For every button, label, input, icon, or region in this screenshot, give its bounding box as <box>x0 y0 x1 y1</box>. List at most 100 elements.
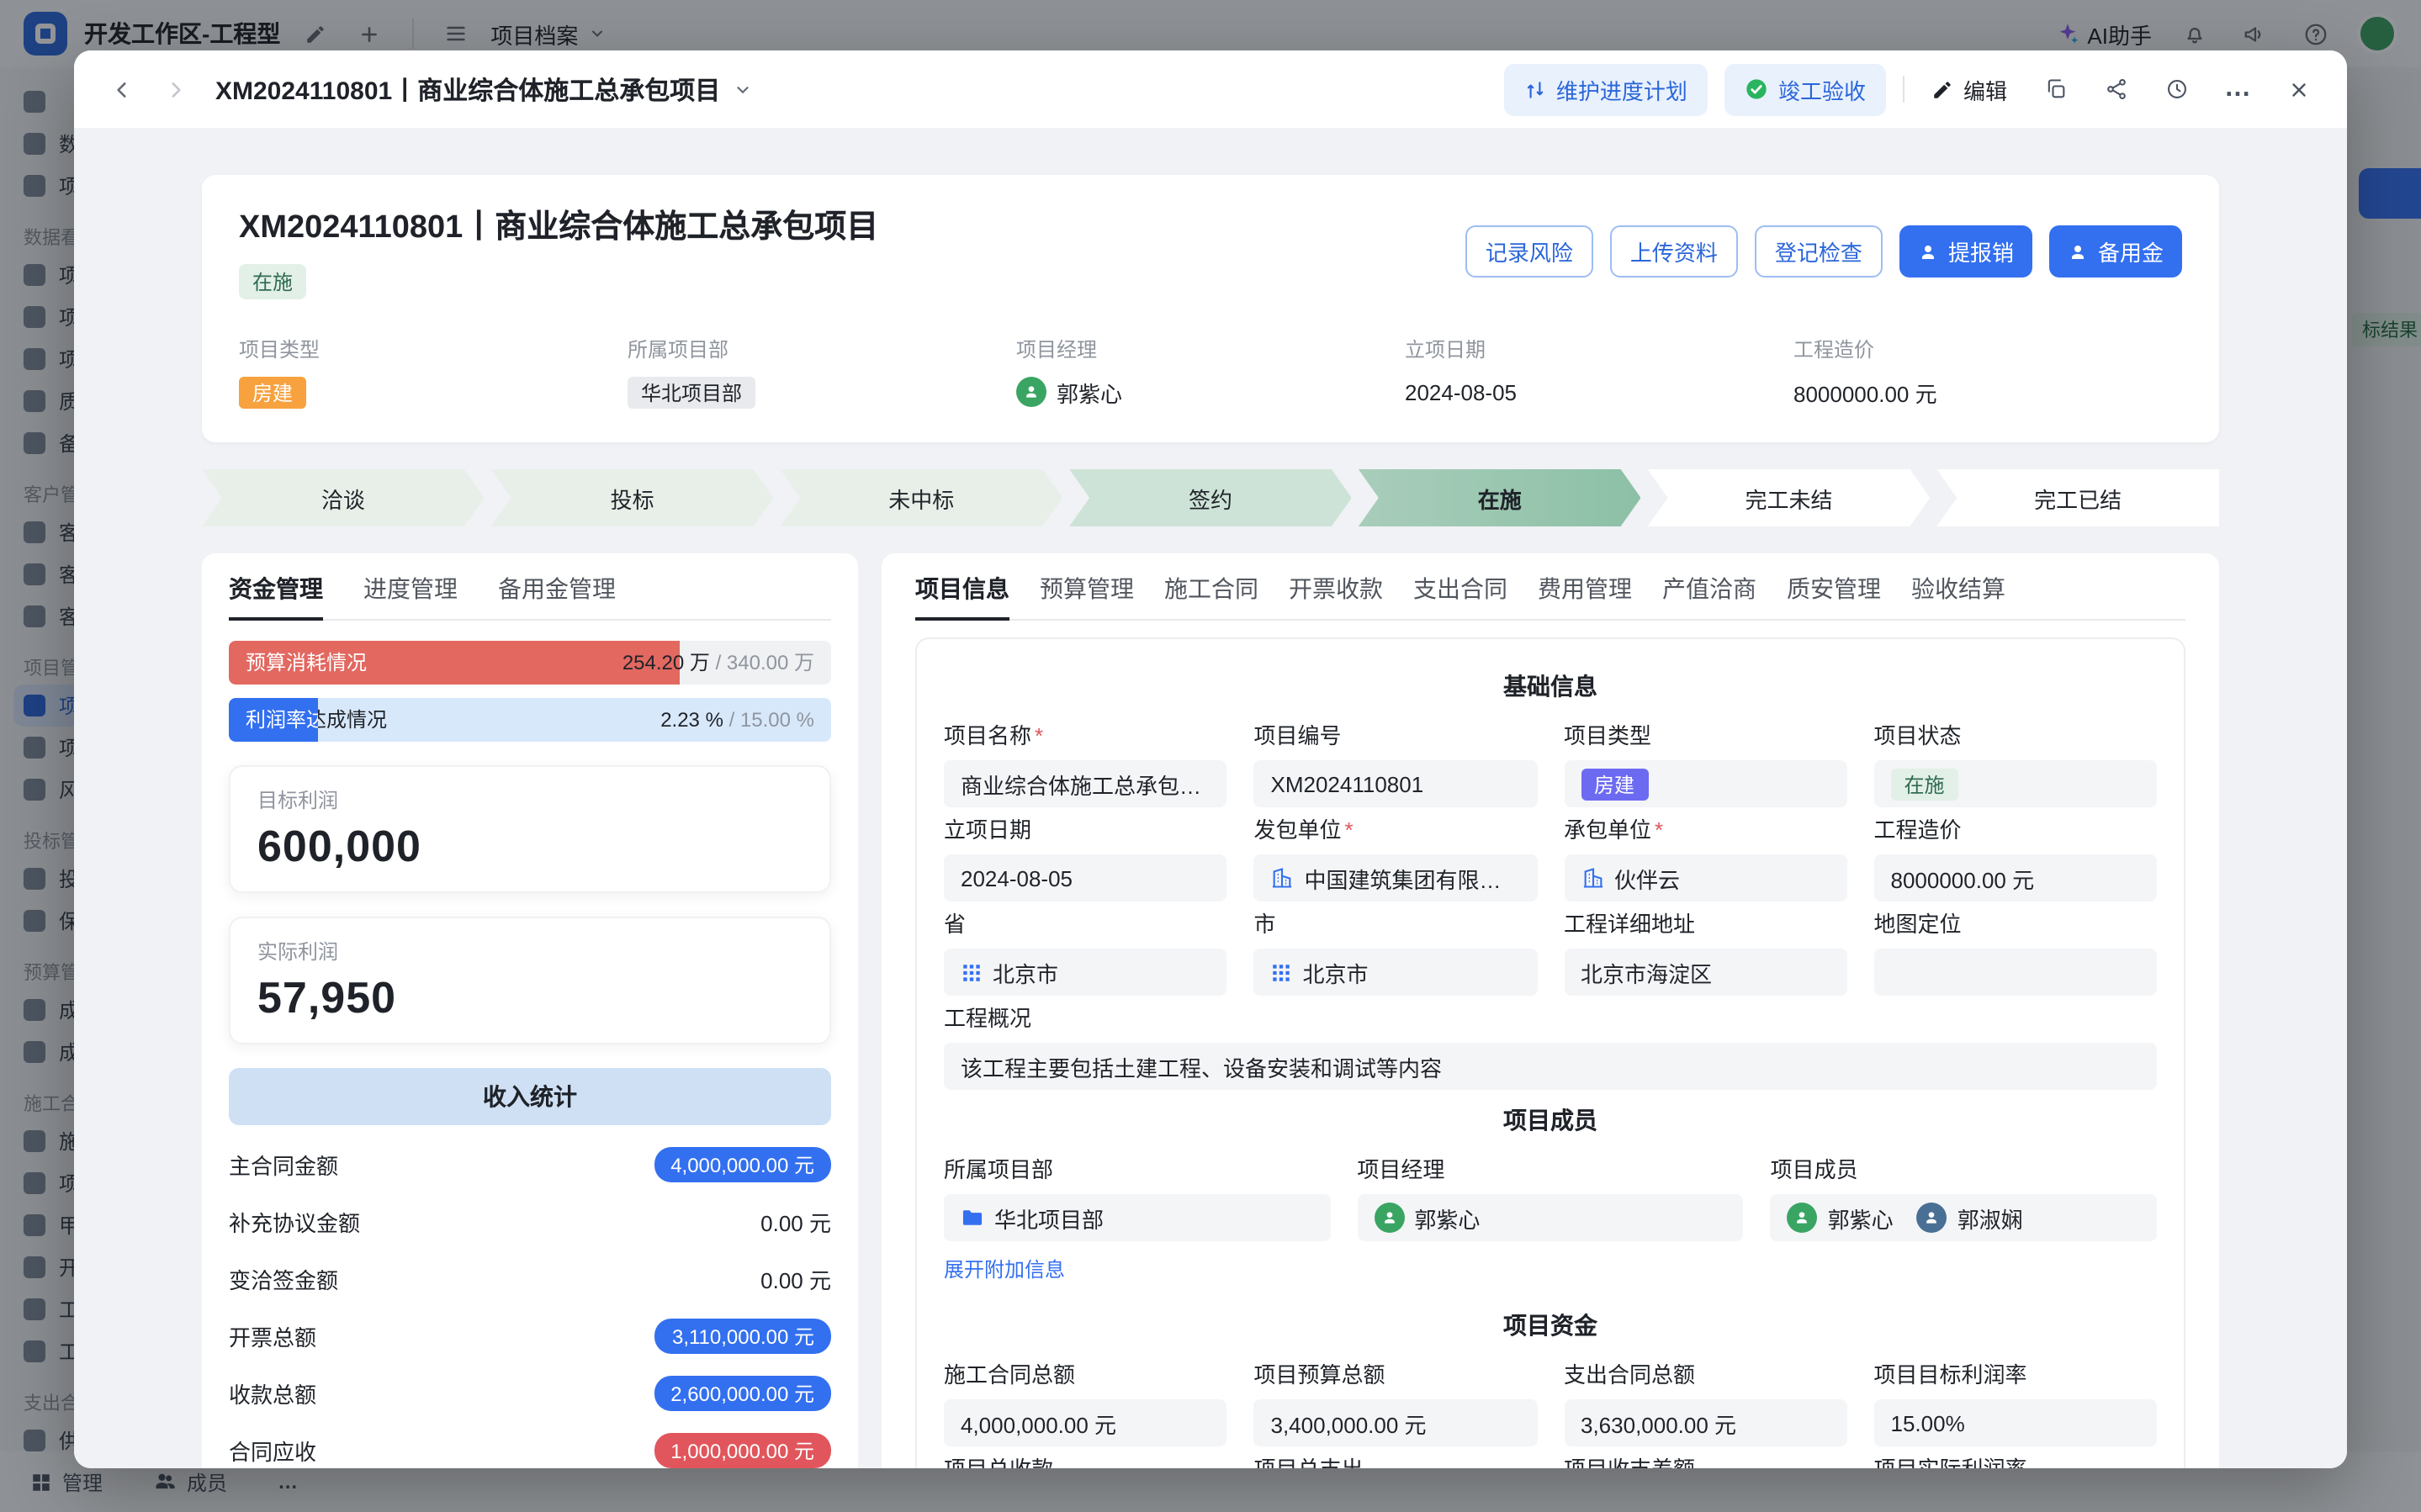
field-value-box[interactable]: 3,400,000.00 元 <box>1254 1399 1538 1446</box>
field-value-box[interactable]: 3,630,000.00 元 <box>1564 1399 1847 1446</box>
tab[interactable]: 资金管理 <box>229 557 323 619</box>
dept-value-box[interactable]: 华北项目部 <box>944 1194 1330 1241</box>
fund-field: 项目实际利润率 2.23% <box>1874 1456 2158 1468</box>
stage-step[interactable]: 未中标 <box>780 469 1062 526</box>
members-grid: 所属项目部 华北项目部 展开附加信息 项目经理 <box>944 1157 2157 1285</box>
manager-value-box[interactable]: 郭紫心 <box>1357 1194 1743 1241</box>
field-value-box[interactable]: 商业综合体施工总承包项目 <box>944 760 1227 807</box>
field-value-box[interactable]: 2024-08-05 <box>944 854 1227 901</box>
summary-field-label: 项目类型 <box>239 336 628 363</box>
tab[interactable]: 验收结算 <box>1911 557 2005 619</box>
avatar <box>1016 377 1046 407</box>
avatar <box>1788 1203 1818 1233</box>
form-field: 工程造价* 8000000.00 元 <box>1874 817 2158 901</box>
copy-icon[interactable] <box>2034 67 2078 111</box>
summary-action-button[interactable]: 记录风险 <box>1465 225 1593 278</box>
history-icon[interactable] <box>2155 67 2199 111</box>
amount-label: 主合同金额 <box>229 1148 338 1180</box>
field-value-box[interactable]: 8000000.00 元 <box>1874 854 2158 901</box>
tab[interactable]: 预算管理 <box>1040 557 1134 619</box>
modal-body: XM2024110801丨商业综合体施工总承包项目 在施 记录风险 <box>74 128 2347 1468</box>
field-value-box[interactable]: 该工程主要包括土建工程、设备安装和调试等内容 <box>944 1043 2157 1090</box>
summary-action-button[interactable]: 备用金 <box>2049 225 2182 278</box>
title-chevron-down-icon[interactable] <box>734 80 752 98</box>
summary-field-label: 工程造价 <box>1793 336 2182 363</box>
tab[interactable]: 施工合同 <box>1164 557 1258 619</box>
dept-field: 所属项目部 华北项目部 展开附加信息 <box>944 1157 1330 1285</box>
building-icon <box>1271 866 1295 890</box>
field-value: 2024-08-05 <box>961 865 1073 891</box>
field-value-box[interactable]: 房建 <box>1564 760 1847 807</box>
share-icon[interactable] <box>2095 67 2138 111</box>
field-value-box[interactable]: 北京市 <box>944 949 1227 996</box>
forward-icon[interactable] <box>155 69 195 109</box>
summary-field-value: 房建 <box>239 375 628 409</box>
funds-grid: 施工合同总额 4,000,000.00 元 项目预算总额 3,400,000.0… <box>944 1362 2157 1468</box>
field-label: 项目类型* <box>1564 723 1847 750</box>
close-icon[interactable] <box>2276 67 2320 111</box>
tab[interactable]: 支出合同 <box>1413 557 1507 619</box>
region-grid-icon <box>1271 961 1293 983</box>
summary-action-label: 提报销 <box>1948 235 2014 267</box>
field-value: 北京市海淀区 <box>1581 956 1712 988</box>
field-value-box[interactable]: 伙伴云 <box>1564 854 1847 901</box>
field-value: 8000000.00 元 <box>1891 862 2035 894</box>
stage-step[interactable]: 完工已结 <box>1936 469 2219 526</box>
field-value-box[interactable]: 北京市海淀区 <box>1564 949 1847 996</box>
pencil-icon <box>1931 78 1953 100</box>
field-value-box[interactable]: 北京市 <box>1254 949 1538 996</box>
field-value-box[interactable]: 中国建筑集团有限公司 <box>1254 854 1538 901</box>
income-stats-button[interactable]: 收入统计 <box>229 1068 831 1125</box>
members-value-box[interactable]: 郭紫心 郭淑娴 <box>1771 1194 2157 1241</box>
manager-field: 项目经理 郭紫心 <box>1357 1157 1743 1285</box>
summary-action-button[interactable]: 上传资料 <box>1610 225 1738 278</box>
amount-value: 0.00 元 <box>760 1205 831 1237</box>
amount-value: 2,600,000.00 元 <box>654 1375 831 1410</box>
field-label: 工程造价* <box>1874 817 2158 844</box>
tab[interactable]: 备用金管理 <box>498 557 616 619</box>
edit-button[interactable]: 编辑 <box>1921 66 2017 112</box>
field-value-box[interactable] <box>1874 949 2158 996</box>
detail-columns: 资金管理进度管理备用金管理 预算消耗情况 预算消耗情况 254.20 万 / 3… <box>202 553 2219 1468</box>
tab[interactable]: 质安管理 <box>1787 557 1881 619</box>
more-icon[interactable]: … <box>2216 67 2259 111</box>
amount-row: 主合同金额 4,000,000.00 元 <box>229 1135 831 1192</box>
field-label: 项目编号* <box>1254 723 1538 750</box>
expand-extra-info-link[interactable]: 展开附加信息 <box>944 1255 1065 1283</box>
summary-field-label: 立项日期 <box>1405 336 1793 363</box>
amount-label: 补充协议金额 <box>229 1205 360 1237</box>
field-value: 4,000,000.00 元 <box>961 1407 1116 1439</box>
summary-action-button[interactable]: 提报销 <box>1899 225 2032 278</box>
field-value: 3,630,000.00 元 <box>1581 1407 1736 1439</box>
form-field: 承包单位* 伙伴云 <box>1564 817 1847 901</box>
completion-acceptance-button[interactable]: 竣工验收 <box>1724 63 1886 115</box>
stage-step[interactable]: 签约 <box>1069 469 1352 526</box>
back-icon[interactable] <box>101 69 141 109</box>
tab[interactable]: 开票收款 <box>1289 557 1383 619</box>
field-value-box[interactable]: 4,000,000.00 元 <box>944 1399 1227 1446</box>
tab[interactable]: 进度管理 <box>363 557 458 619</box>
tab[interactable]: 产值洽商 <box>1662 557 1756 619</box>
field-label: 工程概况* <box>944 1006 2157 1033</box>
summary-actions: 记录风险 上传资料 登记检查 <box>1465 225 2182 278</box>
stage-step[interactable]: 在施 <box>1359 469 1641 526</box>
required-star: * <box>1345 817 1354 843</box>
maintain-schedule-button[interactable]: 维护进度计划 <box>1504 63 1708 115</box>
stage-step[interactable]: 完工未结 <box>1648 469 1931 526</box>
summary-action-button[interactable]: 登记检查 <box>1755 225 1883 278</box>
stage-step[interactable]: 投标 <box>491 469 774 526</box>
field-value-box[interactable]: 15.00% <box>1874 1399 2158 1446</box>
stage-step[interactable]: 洽谈 <box>202 469 485 526</box>
budget-progress-bar: 预算消耗情况 预算消耗情况 254.20 万 / 340.00 万 <box>229 641 831 685</box>
amount-list: 主合同金额 4,000,000.00 元 补充协议金额 0.00 元 变洽签金额… <box>229 1135 831 1468</box>
field-label: 项目收支差额 <box>1564 1456 1847 1468</box>
project-detail-modal: XM2024110801丨商业综合体施工总承包项目 维护进度计划 竣工验收 编辑 <box>74 50 2347 1468</box>
fund-field: 项目预算总额 3,400,000.00 元 <box>1254 1362 1538 1446</box>
tab[interactable]: 项目信息 <box>915 557 1009 619</box>
field-value-box[interactable]: 在施 <box>1874 760 2158 807</box>
amount-label: 合同应收 <box>229 1434 316 1466</box>
status-badge: 在施 <box>239 264 306 299</box>
tab[interactable]: 费用管理 <box>1538 557 1632 619</box>
field-value-box[interactable]: XM2024110801 <box>1254 760 1538 807</box>
field-label: 发包单位* <box>1254 817 1538 844</box>
